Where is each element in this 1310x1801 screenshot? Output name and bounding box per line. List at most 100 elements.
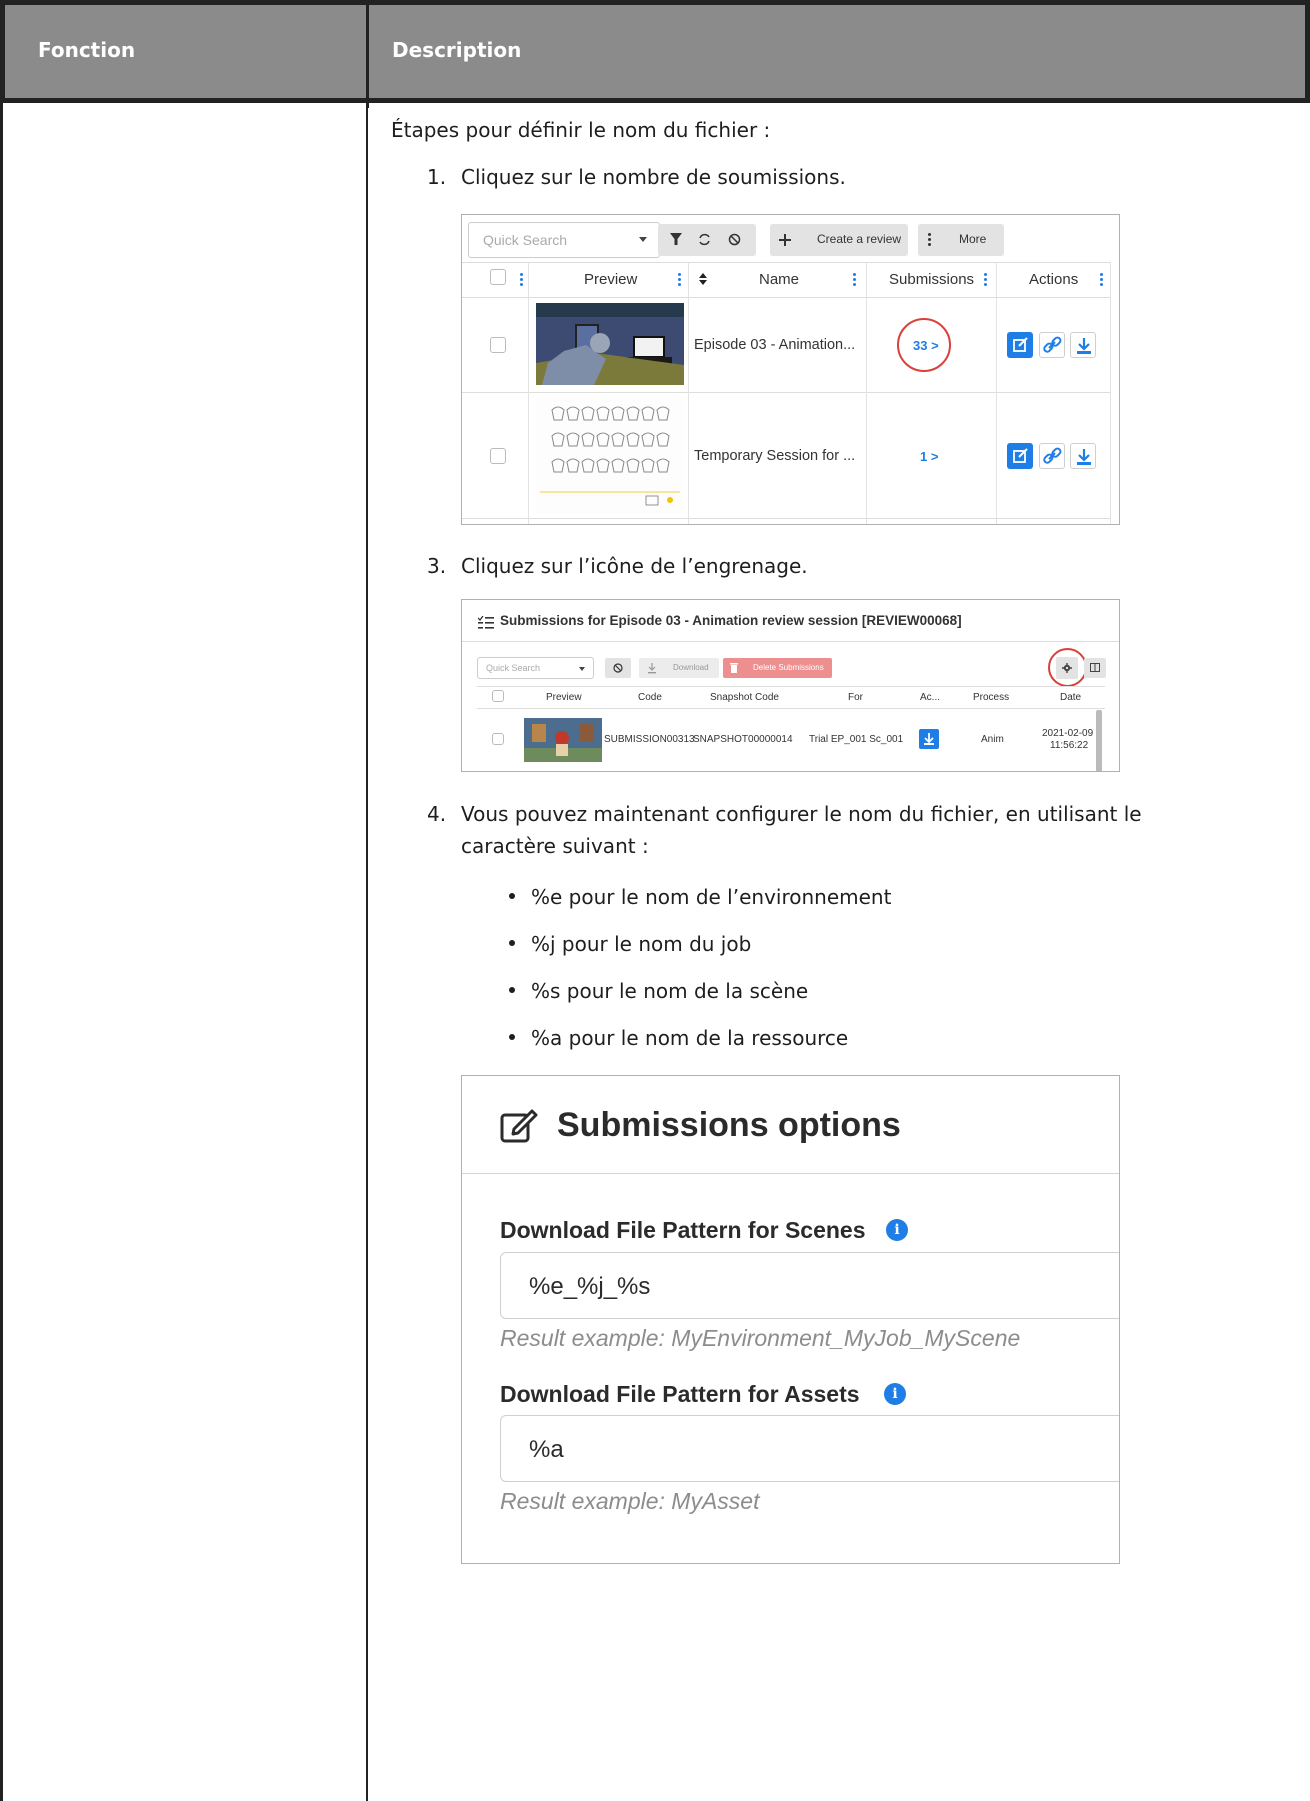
column-preview[interactable]: Preview: [546, 692, 582, 703]
row-for: Trial EP_001 Sc_001: [809, 734, 904, 745]
options-title: Submissions options: [557, 1106, 901, 1144]
divider: [462, 1173, 1119, 1174]
cancel-button[interactable]: [605, 658, 631, 678]
info-icon[interactable]: i: [884, 1383, 906, 1405]
row-checkbox[interactable]: [490, 448, 506, 464]
quick-search-placeholder: Quick Search: [483, 232, 568, 248]
preview-thumbnail[interactable]: [524, 718, 602, 762]
grid-line: [477, 708, 1105, 709]
bullet-icon: [509, 987, 515, 993]
row-checkbox[interactable]: [492, 733, 504, 745]
cancel-icon: [613, 663, 623, 673]
highlight-circle: [1048, 648, 1087, 687]
download-label: Download: [673, 663, 709, 672]
bullet-item: %s pour le nom de la scène: [531, 979, 809, 1003]
scenes-pattern-input[interactable]: %e_%j_%s: [500, 1252, 1119, 1319]
chevron-down-icon: [579, 667, 585, 671]
bullet-item: %e pour le nom de l’environnement: [531, 885, 892, 909]
more-button[interactable]: More: [918, 224, 1004, 256]
column-code[interactable]: Code: [638, 692, 662, 703]
quick-search-input[interactable]: Quick Search: [468, 222, 660, 258]
submissions-count-link[interactable]: 1 >: [920, 449, 938, 464]
column-actions[interactable]: Ac...: [920, 692, 940, 703]
refresh-icon[interactable]: [698, 233, 711, 246]
grid-line: [477, 686, 1105, 687]
download-button[interactable]: Download: [639, 658, 719, 678]
step-text: Cliquez sur le nombre de soumissions.: [461, 165, 846, 189]
column-submissions[interactable]: Submissions: [889, 271, 974, 288]
edit-icon[interactable]: [1007, 332, 1033, 358]
step-number: 1.: [427, 165, 447, 189]
quick-search-input[interactable]: Quick Search: [477, 657, 594, 679]
row-date: 2021-02-09: [1042, 728, 1094, 739]
grid-line: [866, 262, 867, 524]
download-icon[interactable]: [919, 729, 939, 749]
link-icon[interactable]: [1039, 443, 1065, 469]
download-icon[interactable]: [1070, 332, 1096, 358]
column-menu-icon[interactable]: [984, 273, 987, 288]
grid-line: [1110, 262, 1111, 524]
step-number: 3.: [427, 554, 447, 578]
scenes-result-example: Result example: MyEnvironment_MyJob_MySc…: [500, 1325, 1021, 1351]
scenes-pattern-value: %e_%j_%s: [529, 1273, 651, 1300]
header-description: Description: [392, 38, 522, 62]
more-dots-icon: [928, 233, 931, 248]
chevron-down-icon: [639, 237, 647, 242]
step-text-line2: caractère suivant :: [461, 834, 649, 858]
column-name[interactable]: Name: [759, 271, 799, 288]
delete-submissions-button[interactable]: Delete Submissions: [723, 658, 832, 678]
column-for[interactable]: For: [848, 692, 863, 703]
column-snapshot-code[interactable]: Snapshot Code: [710, 692, 779, 703]
info-icon[interactable]: i: [886, 1219, 908, 1241]
assets-result-example: Result example: MyAsset: [500, 1488, 760, 1514]
column-menu-icon[interactable]: [678, 273, 681, 288]
grid-line: [462, 297, 1111, 298]
plus-icon: [779, 234, 791, 246]
filter-icon[interactable]: [670, 233, 682, 246]
preview-thumbnail[interactable]: [536, 398, 684, 514]
quick-search-placeholder: Quick Search: [486, 663, 541, 673]
more-label: More: [959, 232, 987, 246]
row-checkbox[interactable]: [490, 337, 506, 353]
assets-pattern-value: %a: [529, 1436, 564, 1463]
grid-line: [996, 262, 997, 524]
table-column-divider: [366, 103, 368, 1801]
select-all-checkbox[interactable]: [490, 269, 506, 285]
link-icon[interactable]: [1039, 332, 1065, 358]
assets-pattern-input[interactable]: %a: [500, 1415, 1119, 1482]
create-review-label: Create a review: [817, 232, 902, 246]
create-review-button[interactable]: Create a review: [770, 224, 908, 256]
columns-button[interactable]: [1084, 658, 1106, 678]
download-icon[interactable]: [1070, 443, 1096, 469]
bullet-icon: [509, 1034, 515, 1040]
filter-button-group: [658, 224, 756, 256]
preview-thumbnail[interactable]: [536, 303, 684, 385]
sort-icon[interactable]: [699, 273, 707, 285]
column-preview[interactable]: Preview: [584, 271, 637, 288]
scrollbar[interactable]: [1096, 710, 1102, 771]
column-process[interactable]: Process: [973, 692, 1009, 703]
trash-icon: [730, 663, 738, 673]
columns-icon: [1090, 663, 1100, 672]
row-snapshot: SNAPSHOT00000014: [693, 734, 793, 745]
step-text: Cliquez sur l’icône de l’engrenage.: [461, 554, 808, 578]
select-all-checkbox[interactable]: [492, 690, 504, 702]
doc-table: Fonction Description Étapes pour définir…: [0, 0, 1310, 1801]
table-left-border: [0, 103, 3, 1801]
grid-line: [462, 518, 1111, 519]
column-menu-icon[interactable]: [853, 273, 856, 288]
row-time: 11:56:22: [1050, 740, 1089, 751]
cancel-icon[interactable]: [728, 233, 741, 246]
grid-line: [462, 262, 1111, 263]
column-menu-icon[interactable]: [1100, 273, 1103, 288]
row-process: Anim: [981, 734, 1004, 745]
column-menu-icon[interactable]: [520, 273, 523, 288]
grid-line: [688, 262, 689, 524]
header-fonction: Fonction: [38, 38, 136, 62]
column-actions[interactable]: Actions: [1029, 271, 1078, 288]
step-number: 4.: [427, 802, 447, 826]
column-date[interactable]: Date: [1060, 692, 1081, 703]
edit-icon[interactable]: [1007, 443, 1033, 469]
row-code: SUBMISSION00313: [604, 734, 695, 745]
download-icon: [648, 663, 656, 674]
